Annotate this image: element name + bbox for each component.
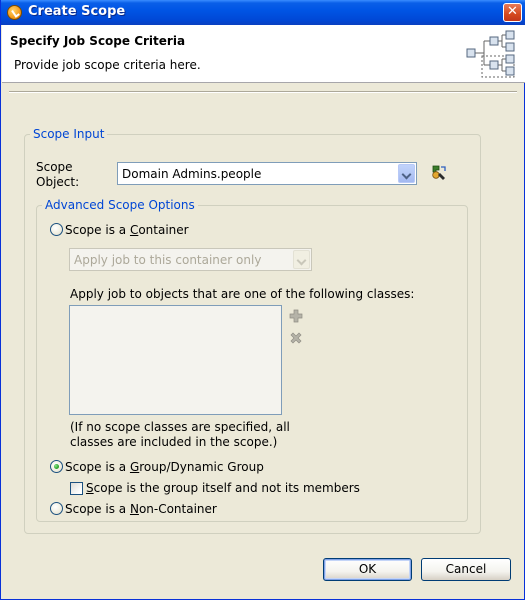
banner-description: Provide job scope criteria here. <box>14 58 201 72</box>
remove-icon[interactable] <box>289 331 303 345</box>
scope-object-value: Domain Admins.people <box>122 167 262 181</box>
classes-label: Apply job to objects that are one of the… <box>70 287 415 301</box>
classes-note-line2: classes are included in the scope.) <box>70 435 278 449</box>
banner-title: Specify Job Scope Criteria <box>10 34 186 48</box>
hierarchy-icon <box>466 30 515 78</box>
create-scope-dialog: Create Scope ✕ Specify Job Scope Criteri… <box>0 0 525 600</box>
title-bar[interactable]: Create Scope ✕ <box>1 0 525 25</box>
header-banner: Specify Job Scope Criteria Provide job s… <box>2 25 525 83</box>
app-icon <box>7 5 22 20</box>
separator <box>9 91 517 93</box>
object-selector-icon[interactable] <box>429 164 447 182</box>
scope-object-label-line2: Object: <box>36 175 80 189</box>
noncontainer-radio[interactable] <box>50 502 63 515</box>
scope-input-legend: Scope Input <box>30 127 108 141</box>
container-radio-label[interactable]: Scope is a Container <box>65 223 189 238</box>
close-icon: ✕ <box>507 4 518 19</box>
scope-object-label-line1: Scope <box>36 160 73 174</box>
advanced-scope-legend: Advanced Scope Options <box>42 198 198 212</box>
chevron-down-icon[interactable] <box>398 164 415 183</box>
cancel-button[interactable]: Cancel <box>421 558 511 581</box>
scope-object-select[interactable]: Domain Admins.people <box>117 162 417 185</box>
group-radio-label[interactable]: Scope is a Group/Dynamic Group <box>65 460 264 475</box>
container-scope-value: Apply job to this container only <box>74 253 262 267</box>
window-title: Create Scope <box>28 4 126 19</box>
chevron-down-icon[interactable] <box>293 250 310 269</box>
classes-list[interactable] <box>69 305 282 415</box>
classes-note-line1: (If no scope classes are specified, all <box>70 420 290 434</box>
add-icon[interactable] <box>289 309 303 323</box>
group-itself-label[interactable]: Scope is the group itself and not its me… <box>86 481 360 496</box>
group-radio[interactable] <box>50 460 63 473</box>
close-button[interactable]: ✕ <box>503 3 522 22</box>
ok-button[interactable]: OK <box>323 558 412 581</box>
container-radio[interactable] <box>50 223 63 236</box>
container-scope-select[interactable]: Apply job to this container only <box>69 248 312 271</box>
noncontainer-radio-label[interactable]: Scope is a Non-Container <box>65 502 217 517</box>
group-itself-checkbox[interactable] <box>70 482 83 495</box>
